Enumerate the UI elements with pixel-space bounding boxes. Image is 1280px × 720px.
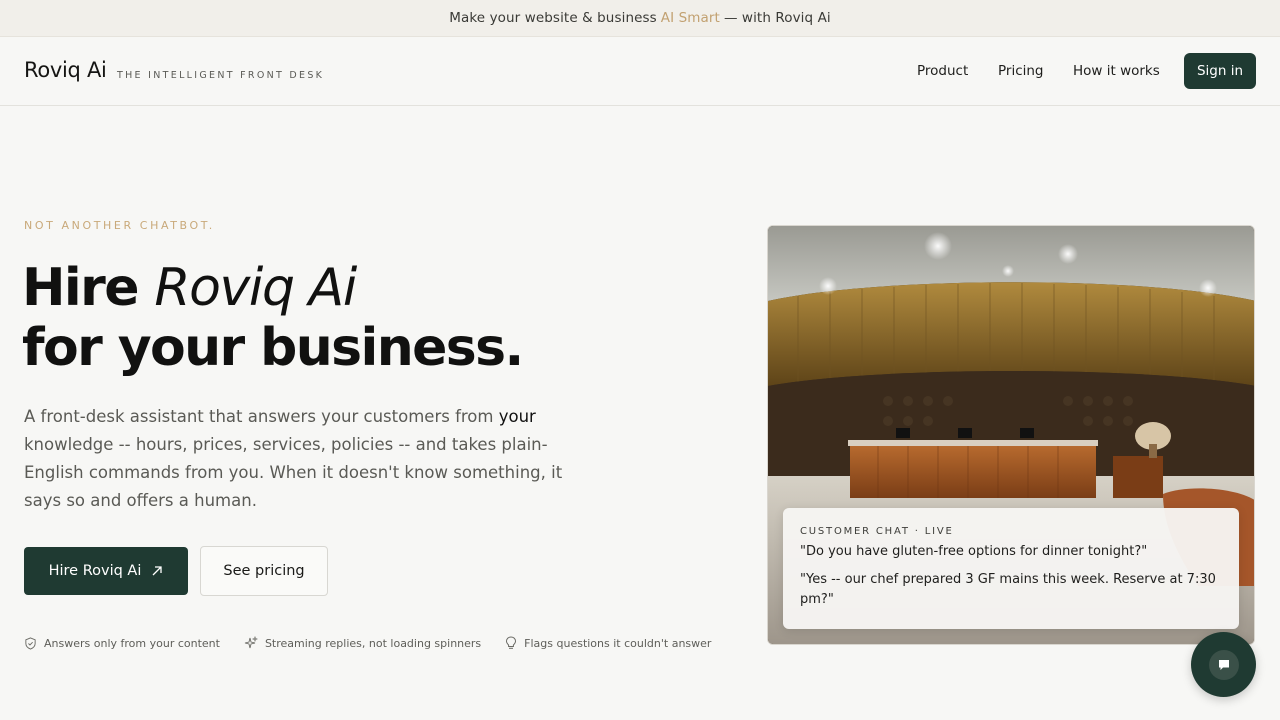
sign-in-button[interactable]: Sign in [1184, 53, 1256, 89]
lead-emphasis: your [498, 407, 536, 426]
chat-launcher-inner [1208, 649, 1239, 680]
feature-label: Flags questions it couldn't answer [524, 636, 712, 650]
chat-preview-label: CUSTOMER CHAT · LIVE [800, 526, 954, 537]
hero-eyebrow: NOT ANOTHER CHATBOT. [24, 219, 215, 232]
chat-preview-question: "Do you have gluten-free options for din… [800, 544, 1148, 559]
arrow-up-right-icon [152, 566, 163, 576]
announcement-suffix: — with Roviq Ai [723, 10, 831, 26]
sparkle-icon [244, 636, 258, 649]
feature-item: Answers only from your content [24, 636, 220, 650]
chat-preview-answer: "Yes -- our chef prepared 3 GF mains thi… [800, 572, 1216, 607]
nav-pricing[interactable]: Pricing [998, 63, 1044, 79]
feature-label: Answers only from your content [44, 636, 220, 650]
headline-italic: Roviq Ai [154, 258, 357, 318]
brand-logo[interactable]: Roviq Ai [24, 58, 107, 82]
feature-item: Flags questions it couldn't answer [505, 636, 711, 650]
feature-list: Answers only from your content Streaming… [24, 636, 711, 650]
brand-tagline: THE INTELLIGENT FRONT DESK [117, 70, 325, 81]
lightbulb-icon [506, 636, 517, 649]
see-pricing-button[interactable]: See pricing [200, 546, 328, 596]
chat-bubble-icon [1218, 659, 1229, 670]
headline-word: Hire [22, 258, 139, 318]
announcement-prefix: Make your website & business [449, 10, 657, 26]
chat-preview-card: CUSTOMER CHAT · LIVE "Do you have gluten… [783, 508, 1239, 629]
headline-line2: for your business. [22, 318, 524, 378]
announcement-bar: Make your website & business AI Smart — … [0, 0, 1280, 37]
feature-label: Streaming replies, not loading spinners [264, 636, 482, 650]
nav-how-it-works[interactable]: How it works [1073, 63, 1160, 79]
hero-headline: Hire Roviq Ai for your business. [22, 258, 722, 378]
chat-launcher-button[interactable] [1191, 632, 1256, 697]
nav-product[interactable]: Product [917, 63, 968, 79]
site-header: Roviq Ai THE INTELLIGENT FRONT DESK Prod… [0, 37, 1280, 106]
hero-lead: A front-desk assistant that answers your… [24, 403, 594, 515]
hire-button[interactable]: Hire Roviq Ai [24, 547, 188, 595]
lead-part1: A front-desk assistant that answers your… [24, 407, 494, 426]
announcement-highlight: AI Smart [660, 10, 720, 26]
lead-part2: knowledge -- hours, prices, services, po… [24, 435, 563, 510]
shield-check-icon [25, 636, 36, 650]
hire-button-label: Hire Roviq Ai [48, 563, 142, 579]
feature-item: Streaming replies, not loading spinners [244, 636, 481, 650]
